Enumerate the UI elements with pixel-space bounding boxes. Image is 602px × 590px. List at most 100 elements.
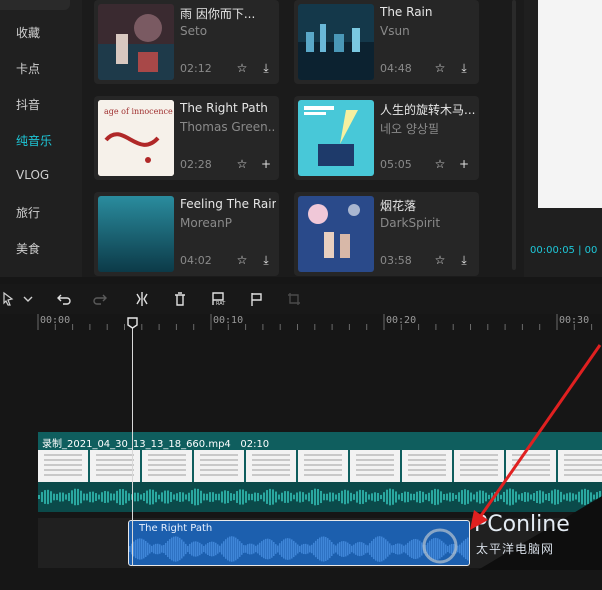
music-card[interactable]: 烟花落 DarkSpirit 03:58 ☆ ⤓ [294, 192, 479, 276]
redo-icon[interactable] [90, 289, 110, 309]
music-card[interactable]: Feeling The Rain MoreanP 04:02 ☆ ⤓ [94, 192, 279, 276]
waveform-bar [343, 541, 345, 557]
waveform-bar [339, 542, 341, 556]
waveform-bar [233, 493, 235, 501]
waveform-bar [209, 492, 211, 502]
track-duration: 05:05 [380, 158, 412, 171]
waveform-bar [293, 540, 295, 558]
waveform-bar [247, 544, 249, 554]
waveform-bar [235, 537, 237, 561]
waveform-bar [321, 536, 323, 562]
waveform-bar [173, 494, 175, 500]
download-icon[interactable]: ⤓ [258, 252, 274, 268]
waveform-bar [241, 543, 243, 555]
sidebar-item-favorites[interactable]: 收藏 [16, 24, 40, 41]
sidebar-item-food[interactable]: 美食 [16, 240, 40, 257]
video-frame [454, 450, 504, 482]
add-icon[interactable]: + [258, 156, 274, 172]
favorite-star-icon[interactable]: ☆ [432, 60, 448, 76]
track-artist: 네오 양상필 [380, 122, 440, 136]
sidebar-item-vlog[interactable]: VLOG [16, 168, 49, 182]
waveform-bar [365, 491, 367, 503]
waveform-bar [383, 537, 385, 561]
waveform-bar [409, 541, 411, 557]
music-list-scrollbar[interactable] [512, 0, 516, 270]
chevron-down-icon[interactable] [18, 289, 38, 309]
track-duration: 03:58 [380, 254, 412, 267]
waveform-bar [188, 492, 190, 502]
favorite-star-icon[interactable]: ☆ [432, 252, 448, 268]
waveform-bar [221, 543, 223, 555]
waveform-bar [229, 536, 231, 562]
music-card[interactable]: The Rain Vsun 04:48 ☆ ⤓ [294, 0, 479, 84]
music-card[interactable]: 雨 因你而下... Seto 02:12 ☆ ⤓ [94, 0, 279, 84]
album-cover [98, 196, 174, 272]
waveform-bar [269, 539, 271, 559]
waveform-bar [284, 491, 286, 503]
waveform-bar [44, 490, 46, 504]
waveform-bar [182, 492, 184, 502]
music-card[interactable]: 人生的旋转木马... 네오 양상필 05:05 ☆ + [294, 96, 479, 180]
waveform-bar [275, 544, 277, 554]
waveform-bar [383, 492, 385, 502]
waveform-bar [393, 545, 395, 553]
waveform-bar [200, 490, 202, 504]
waveform-bar [230, 493, 232, 501]
waveform-bar [344, 489, 346, 505]
flag-icon[interactable] [246, 289, 266, 309]
waveform-bar [398, 494, 400, 500]
waveform-bar [291, 539, 293, 559]
delete-icon[interactable] [170, 289, 190, 309]
favorite-star-icon[interactable]: ☆ [234, 156, 250, 172]
waveform-bar [56, 493, 58, 501]
undo-icon[interactable] [54, 289, 74, 309]
waveform-bar [295, 542, 297, 556]
timeline-toolbar: RAT [0, 284, 602, 314]
split-icon[interactable] [132, 289, 152, 309]
add-icon[interactable]: + [456, 156, 472, 172]
timeline-ruler[interactable]: 00:00 00:10 00:20 00:30 [0, 314, 602, 330]
waveform-bar [314, 488, 316, 506]
favorite-star-icon[interactable]: ☆ [234, 252, 250, 268]
sidebar-item-pure-music[interactable]: 纯音乐 [16, 132, 52, 149]
playhead-handle[interactable] [127, 317, 138, 329]
waveform-bar [265, 538, 267, 560]
sidebar-item-beat[interactable]: 卡点 [16, 60, 40, 77]
waveform-bar [83, 493, 85, 501]
waveform-bar [149, 544, 151, 554]
album-cover [298, 100, 374, 176]
sidebar-item-travel[interactable]: 旅行 [16, 204, 40, 221]
download-icon[interactable]: ⤓ [456, 252, 472, 268]
select-icon[interactable] [0, 289, 20, 309]
waveform-bar [189, 543, 191, 555]
crop-icon[interactable] [284, 289, 304, 309]
sidebar-item-douyin[interactable]: 抖音 [16, 96, 40, 113]
favorite-star-icon[interactable]: ☆ [432, 156, 448, 172]
waveform-bar [137, 538, 139, 560]
download-icon[interactable]: ⤓ [258, 60, 274, 76]
waveform-bar [301, 544, 303, 554]
waveform-bar [368, 494, 370, 500]
preview-screen [538, 0, 602, 208]
waveform-bar [201, 544, 203, 554]
waveform-bar [146, 490, 148, 504]
playhead-line[interactable] [132, 326, 133, 566]
waveform-bar [137, 492, 139, 502]
waveform-bar [157, 543, 159, 555]
freeze-icon[interactable]: RAT [208, 289, 228, 309]
waveform-bar [320, 490, 322, 504]
download-icon[interactable]: ⤓ [456, 60, 472, 76]
waveform-bar [363, 543, 365, 555]
favorite-star-icon[interactable]: ☆ [234, 60, 250, 76]
waveform-bar [175, 536, 177, 562]
waveform-bar [41, 492, 43, 502]
waveform-bar [293, 494, 295, 500]
music-card[interactable]: age of innocence The Right Path Thomas G… [94, 96, 279, 180]
waveform-bar [337, 543, 339, 555]
waveform-bar [224, 490, 226, 504]
waveform-bar [119, 489, 121, 505]
waveform-bar [269, 488, 271, 506]
waveform-bar [223, 541, 225, 557]
waveform-bar [255, 545, 257, 553]
waveform-bar [65, 494, 67, 500]
